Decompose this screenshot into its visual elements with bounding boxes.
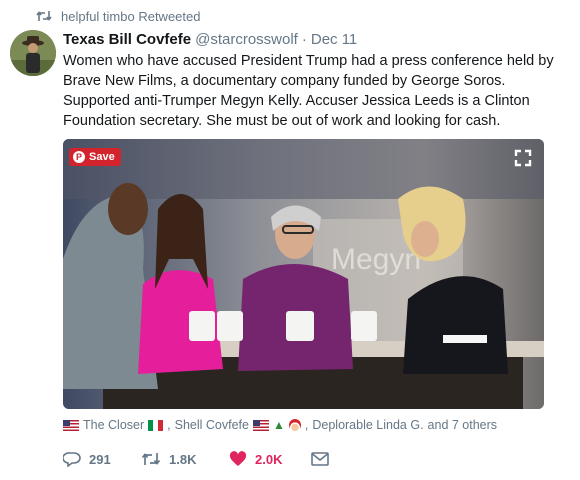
retweet-context-text[interactable]: helpful timbo Retweeted	[61, 9, 200, 24]
liked-by-row: The Closer , Shell Covfefe ▲ , Deplorabl…	[63, 416, 497, 434]
save-label: Save	[89, 151, 115, 163]
expand-icon[interactable]	[514, 149, 532, 167]
like-button[interactable]: 2.0K	[229, 451, 311, 467]
christmas-tree-icon: ▲	[272, 418, 285, 432]
background-text: Megyn	[331, 243, 421, 276]
likers-suffix[interactable]: and 7 others	[428, 418, 498, 432]
liker-name[interactable]: Deplorable Linda G.	[312, 418, 423, 432]
avatar[interactable]	[10, 30, 56, 76]
us-flag-icon	[63, 419, 79, 431]
reply-count: 291	[89, 451, 111, 467]
tweet-media-image[interactable]: Megyn P Save	[63, 139, 544, 409]
reply-button[interactable]: 291	[63, 451, 141, 467]
santa-icon	[288, 419, 301, 431]
italy-flag-icon	[148, 419, 164, 431]
reply-icon	[63, 451, 81, 467]
author-name[interactable]: Texas Bill Covfefe	[63, 31, 191, 48]
retweet-button[interactable]: 1.8K	[141, 452, 229, 467]
direct-message-button[interactable]	[311, 452, 329, 466]
tweet-text: Women who have accused President Trump h…	[63, 53, 554, 129]
pinterest-save-button[interactable]: P Save	[69, 148, 121, 166]
tweet-date[interactable]: Dec 11	[311, 31, 357, 48]
header-separator: ·	[301, 30, 307, 48]
liker-separator: ,	[304, 418, 309, 432]
liker-name[interactable]: Shell Covfefe	[175, 418, 249, 432]
liker-name[interactable]: The Closer	[83, 418, 144, 432]
retweet-icon	[36, 10, 52, 22]
heart-icon	[229, 451, 247, 467]
retweet-count: 1.8K	[169, 451, 197, 467]
retweet-context: helpful timbo Retweeted	[36, 6, 200, 26]
envelope-icon	[311, 452, 329, 466]
like-count: 2.0K	[255, 451, 283, 467]
author-handle[interactable]: @starcrosswolf	[195, 31, 298, 48]
tweet-actions: 291 1.8K 2.0K	[63, 448, 329, 470]
tweet-header: Texas Bill Covfefe @starcrosswolf · Dec …	[63, 29, 357, 49]
retweet-icon	[141, 452, 161, 466]
liker-separator: ,	[167, 418, 171, 432]
us-flag-icon	[252, 419, 269, 431]
pinterest-icon: P	[73, 151, 85, 163]
